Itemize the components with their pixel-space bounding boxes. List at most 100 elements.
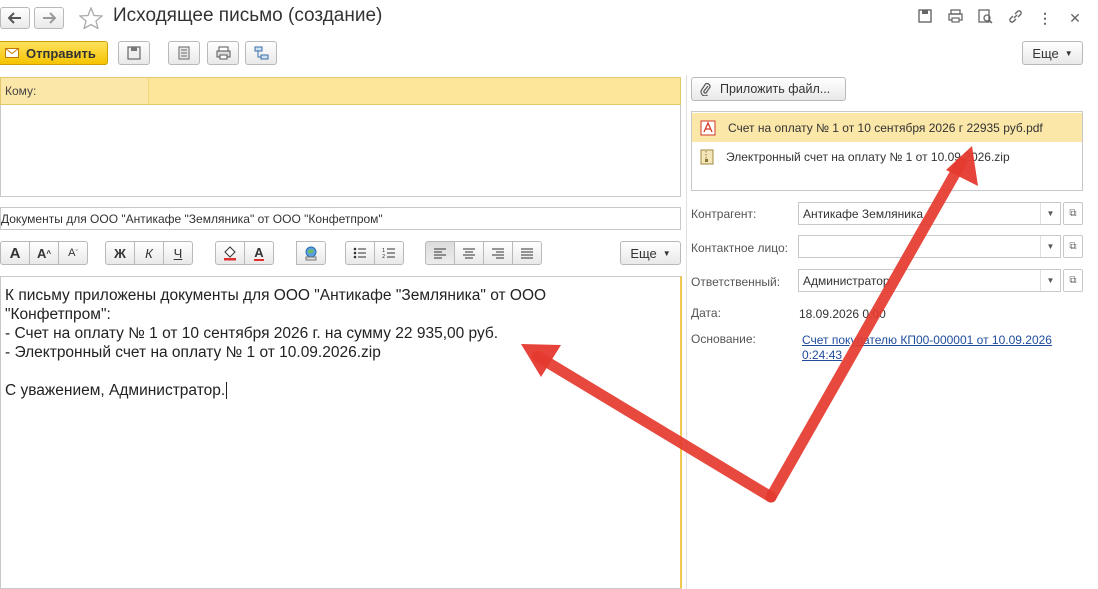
save-icon — [127, 46, 141, 60]
attachment-item[interactable]: Электронный счет на оплату № 1 от 10.09.… — [692, 142, 1082, 171]
attachment-name: Электронный счет на оплату № 1 от 10.09.… — [726, 149, 1010, 164]
forward-button[interactable] — [34, 7, 64, 29]
to-label: Кому: — [1, 78, 149, 104]
open-window-icon: ⧉ — [1069, 275, 1077, 286]
text-cursor — [226, 382, 228, 399]
open-window-icon: ⧉ — [1069, 241, 1077, 252]
preview-icon[interactable] — [976, 9, 994, 27]
body-line: "Конфетпром": — [5, 306, 111, 323]
insert-group — [296, 241, 326, 265]
align-right-button[interactable] — [483, 241, 513, 265]
numbered-list-icon: 12 — [382, 247, 396, 259]
contact-label: Контактное лицо: — [691, 241, 788, 255]
counterparty-label: Контрагент: — [691, 207, 757, 221]
counterparty-field[interactable]: Антикафе Земляника ▼ — [798, 202, 1061, 225]
responsible-value: Администратор — [803, 274, 890, 288]
attachment-item[interactable]: Счет на оплату № 1 от 10 сентября 2026 г… — [692, 113, 1082, 142]
save-icon[interactable] — [916, 9, 934, 27]
chevron-down-icon: ▼ — [1064, 48, 1073, 58]
contact-open-button[interactable]: ⧉ — [1063, 235, 1083, 258]
responsible-field[interactable]: Администратор ▼ — [798, 269, 1061, 292]
attach-file-label: Приложить файл... — [720, 82, 831, 96]
align-left-button[interactable] — [425, 241, 455, 265]
counterparty-value: Антикафе Земляника — [803, 207, 924, 221]
body-line: - Электронный счет на оплату № 1 от 10.0… — [5, 344, 381, 361]
body-line: К письму приложены документы для ООО "Ан… — [5, 287, 547, 304]
align-justify-icon — [521, 248, 533, 259]
pdf-icon — [700, 120, 716, 136]
close-icon[interactable]: ✕ — [1066, 9, 1084, 27]
italic-button[interactable]: К — [134, 241, 164, 265]
body-line — [5, 362, 676, 381]
document-button[interactable] — [168, 41, 200, 65]
align-group — [425, 241, 542, 265]
format-more-button[interactable]: Еще ▼ — [620, 241, 681, 265]
font-size-group: A A ^ Aˇ — [0, 241, 88, 265]
bullet-list-icon — [353, 247, 367, 259]
chevron-down-icon[interactable]: ▼ — [1040, 270, 1060, 291]
open-window-icon: ⧉ — [1069, 208, 1077, 219]
subject-input[interactable]: Документы для ООО "Антикафе "Земляника" … — [0, 207, 681, 230]
font-size-button[interactable]: A — [0, 241, 30, 265]
body-line: - Счет на оплату № 1 от 10 сентября 2026… — [5, 325, 499, 342]
caret-down-icon: ˇ — [75, 249, 78, 257]
contact-field[interactable]: ▼ — [798, 235, 1061, 258]
send-button[interactable]: Отправить — [0, 41, 108, 65]
send-button-label: Отправить — [26, 45, 96, 61]
arrow-left-icon — [8, 12, 22, 24]
counterparty-open-button[interactable]: ⧉ — [1063, 202, 1083, 225]
format-more-label: Еще — [630, 245, 657, 261]
caret-up-icon: ^ — [46, 248, 52, 258]
svg-text:2: 2 — [382, 254, 385, 259]
font-color-button[interactable]: A — [244, 241, 274, 265]
globe-image-icon — [303, 245, 319, 261]
date-label: Дата: — [691, 306, 721, 320]
chevron-down-icon[interactable]: ▼ — [1040, 236, 1060, 257]
chevron-down-icon[interactable]: ▼ — [1040, 203, 1060, 224]
document-list-icon — [178, 46, 190, 60]
basis-label: Основание: — [691, 332, 756, 346]
body-line: С уважением, Администратор. — [5, 382, 228, 399]
align-left-icon — [434, 248, 446, 259]
numbered-list-button[interactable]: 12 — [374, 241, 404, 265]
text-style-group: Ж К Ч — [105, 241, 193, 265]
align-justify-button[interactable] — [512, 241, 542, 265]
attachment-name: Счет на оплату № 1 от 10 сентября 2026 г… — [728, 120, 1043, 135]
increase-font-button[interactable]: A ^ — [29, 241, 59, 265]
bold-button[interactable]: Ж — [105, 241, 135, 265]
envelope-icon — [5, 48, 19, 58]
print-icon[interactable] — [946, 9, 964, 27]
bullet-list-button[interactable] — [345, 241, 375, 265]
star-icon[interactable] — [79, 7, 103, 29]
link-icon[interactable] — [1006, 9, 1024, 27]
to-field[interactable]: Кому: — [0, 77, 681, 105]
responsible-open-button[interactable]: ⧉ — [1063, 269, 1083, 292]
structure-button[interactable] — [245, 41, 277, 65]
align-center-button[interactable] — [454, 241, 484, 265]
message-body-editor[interactable]: К письму приложены документы для ООО "Ан… — [0, 276, 682, 589]
align-center-icon — [463, 248, 475, 259]
paint-bucket-icon — [222, 245, 238, 261]
insert-image-button[interactable] — [296, 241, 326, 265]
basis-link[interactable]: Счет покупателю КП00-000001 от 10.09.202… — [802, 333, 1082, 363]
zip-icon — [700, 149, 714, 165]
attach-file-button[interactable]: Приложить файл... — [691, 77, 846, 101]
menu-more-icon[interactable]: ⋮ — [1036, 9, 1054, 27]
print-button[interactable] — [207, 41, 239, 65]
save-button[interactable] — [118, 41, 150, 65]
attachments-list: Счет на оплату № 1 от 10 сентября 2026 г… — [691, 111, 1083, 191]
list-group: 12 — [345, 241, 404, 265]
back-button[interactable] — [0, 7, 30, 29]
arrow-right-icon — [42, 12, 56, 24]
background-color-button[interactable] — [215, 241, 245, 265]
color-group: A — [215, 241, 274, 265]
underline-button[interactable]: Ч — [163, 241, 193, 265]
date-value: 18.09.2026 0:00 — [799, 307, 886, 321]
recipients-area[interactable] — [0, 105, 681, 197]
chevron-down-icon: ▼ — [662, 248, 671, 258]
paperclip-icon — [700, 82, 712, 96]
print-icon — [216, 46, 231, 60]
more-button[interactable]: Еще ▼ — [1022, 41, 1083, 65]
window-title: Исходящее письмо (создание) — [113, 5, 383, 26]
decrease-font-button[interactable]: Aˇ — [58, 241, 88, 265]
